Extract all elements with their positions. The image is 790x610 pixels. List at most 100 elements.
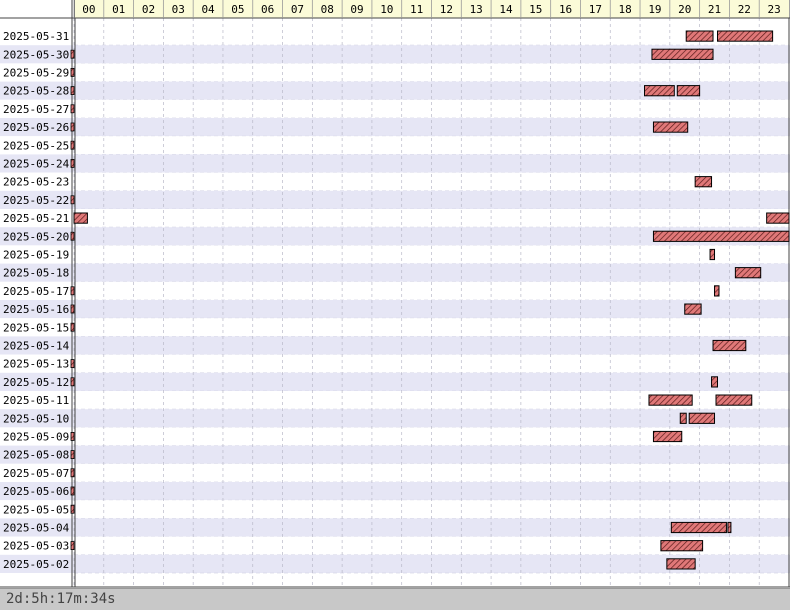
row-band — [0, 281, 790, 300]
activity-bar — [685, 30, 714, 42]
activity-bar — [712, 339, 747, 352]
row-band — [0, 300, 790, 319]
activity-bar — [676, 85, 701, 97]
date-tick-label: 2025-05-05 — [3, 503, 69, 516]
date-tick-label: 2025-05-18 — [3, 267, 69, 280]
row-band — [0, 136, 790, 155]
origin-tick-mark — [70, 468, 75, 478]
date-tick-label: 2025-05-22 — [3, 194, 69, 207]
date-tick-label: 2025-05-09 — [3, 431, 69, 444]
row-band — [0, 372, 790, 391]
date-tick-label: 2025-05-30 — [3, 48, 69, 61]
origin-tick-mark — [70, 431, 75, 441]
origin-tick-mark — [70, 504, 75, 514]
hour-tick-label: 09 — [350, 3, 363, 16]
activity-bar — [652, 121, 689, 133]
origin-tick-mark — [70, 195, 75, 205]
hour-tick-label: 20 — [678, 3, 691, 16]
row-band — [0, 245, 790, 264]
activity-bar — [652, 230, 790, 242]
row-band — [0, 63, 790, 82]
date-tick-label: 2025-05-21 — [3, 212, 69, 225]
row-band — [0, 27, 790, 46]
row-band — [0, 209, 790, 228]
date-tick-label: 2025-05-12 — [3, 376, 69, 389]
row-band — [0, 263, 790, 282]
activity-bar — [711, 376, 719, 388]
origin-tick-mark — [70, 486, 75, 496]
row-band — [0, 172, 790, 191]
hour-tick-label: 11 — [410, 3, 423, 16]
activity-bar — [648, 394, 693, 406]
row-band — [0, 190, 790, 209]
activity-bar — [651, 48, 714, 60]
hour-tick-label: 18 — [619, 3, 632, 16]
activity-bar — [734, 267, 762, 279]
activity-bar — [670, 521, 727, 534]
hour-tick-label: 06 — [261, 3, 274, 16]
origin-tick-mark — [70, 231, 75, 241]
origin-tick-mark — [70, 49, 75, 59]
origin-tick-mark — [70, 450, 75, 460]
duration-text: 2d:5h:17m:34s — [6, 591, 116, 607]
date-tick-label: 2025-05-14 — [3, 340, 70, 353]
date-tick-label: 2025-05-15 — [3, 321, 69, 334]
date-tick-label: 2025-05-25 — [3, 139, 69, 152]
row-band — [0, 99, 790, 118]
hour-tick-label: 03 — [172, 3, 185, 16]
date-tick-label: 2025-05-16 — [3, 303, 69, 316]
hour-tick-label: 05 — [231, 3, 244, 16]
hour-tick-label: 08 — [321, 3, 334, 16]
activity-bar — [660, 540, 704, 552]
date-tick-label: 2025-05-28 — [3, 85, 69, 98]
date-tick-label: 2025-05-26 — [3, 121, 69, 134]
hour-tick-label: 22 — [738, 3, 751, 16]
row-band — [0, 500, 790, 519]
origin-tick-mark — [70, 104, 75, 114]
row-band — [0, 336, 790, 355]
hour-tick-label: 19 — [648, 3, 661, 16]
activity-bar — [717, 30, 774, 42]
activity-bar — [652, 430, 683, 443]
hour-tick-label: 14 — [499, 3, 513, 16]
hour-tick-label: 10 — [380, 3, 393, 16]
row-band — [0, 482, 790, 501]
origin-tick-mark — [70, 286, 75, 296]
hour-tick-label: 17 — [589, 3, 602, 16]
hour-tick-label: 21 — [708, 3, 721, 16]
origin-tick-mark — [70, 68, 75, 77]
date-tick-label: 2025-05-13 — [3, 358, 69, 371]
date-tick-label: 2025-05-17 — [3, 285, 69, 298]
row-band — [0, 318, 790, 337]
origin-tick-mark — [70, 86, 75, 95]
date-tick-label: 2025-05-23 — [3, 176, 69, 189]
date-tick-label: 2025-05-20 — [3, 230, 69, 243]
activity-bar — [688, 412, 716, 424]
origin-tick-mark — [70, 304, 75, 314]
hour-tick-label: 04 — [201, 3, 215, 16]
activity-bar — [694, 176, 713, 188]
hour-tick-label: 02 — [142, 3, 155, 16]
gantt-chart: 00 01 02 03 04 05 06 07 08 09 10 11 12 13 14 15 16 17 18 19… — [0, 0, 790, 588]
hour-tick-label: 12 — [440, 3, 453, 16]
date-tick-label: 2025-05-04 — [3, 522, 70, 535]
activity-bar — [73, 212, 88, 224]
origin-tick-mark — [70, 322, 75, 332]
row-band — [0, 409, 790, 428]
row-band — [0, 445, 790, 464]
date-tick-label: 2025-05-11 — [3, 394, 69, 407]
origin-tick-mark — [70, 377, 75, 387]
hour-tick-label: 01 — [112, 3, 125, 16]
activity-bar — [709, 248, 716, 261]
date-tick-label: 2025-05-03 — [3, 540, 69, 553]
date-tick-label: 2025-05-31 — [3, 30, 69, 43]
duration-footer: 2d:5h:17m:34s — [0, 588, 790, 610]
date-tick-label: 2025-05-02 — [3, 558, 69, 571]
hour-tick-label: 00 — [82, 3, 95, 16]
row-band — [0, 463, 790, 482]
hour-tick-label: 13 — [470, 3, 483, 16]
date-tick-label: 2025-05-19 — [3, 249, 69, 262]
date-tick-label: 2025-05-06 — [3, 485, 69, 498]
activity-bar — [766, 212, 790, 224]
origin-tick-mark — [70, 122, 75, 132]
